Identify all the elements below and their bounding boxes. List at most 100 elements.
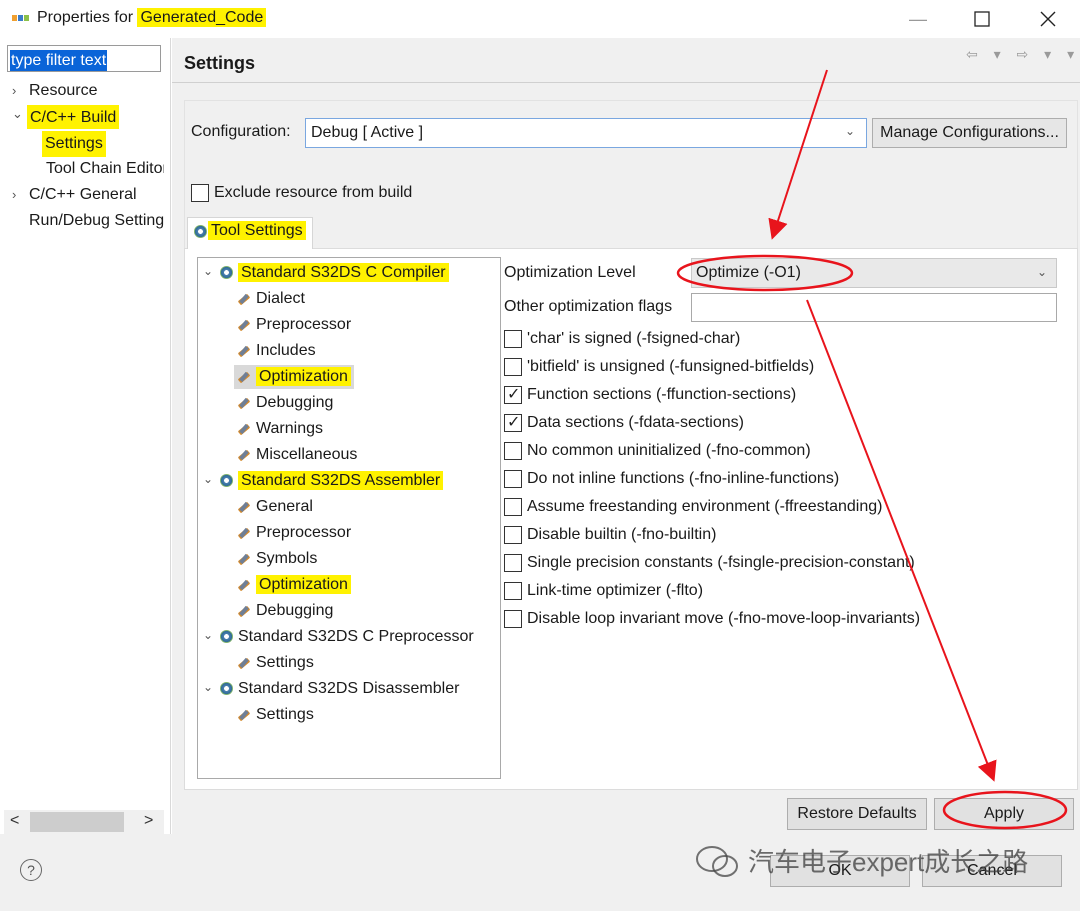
- tree-node-label: Includes: [256, 342, 316, 359]
- tree-node-label: Warnings: [256, 420, 323, 437]
- option-label: Data sections (-fdata-sections): [527, 414, 744, 431]
- tree-node-label: Settings: [256, 706, 314, 723]
- nav-item-resource[interactable]: › Resource: [12, 79, 167, 103]
- wrench-icon: [237, 292, 251, 306]
- option-label: Do not inline functions (-fno-inline-fun…: [527, 470, 840, 487]
- chevron-down-icon[interactable]: ⌄: [203, 628, 213, 642]
- configuration-label: Configuration:: [191, 123, 291, 140]
- wrench-icon: [237, 422, 251, 436]
- option-label: Function sections (-ffunction-sections): [527, 386, 797, 403]
- option-checkbox[interactable]: [504, 330, 522, 348]
- tree-node-includes[interactable]: Includes: [237, 339, 316, 363]
- tool-gear-icon: [220, 474, 233, 488]
- chevron-down-icon[interactable]: ⌄: [203, 680, 213, 694]
- nav-item-cpp-general[interactable]: › C/C++ General: [12, 183, 167, 207]
- tree-node-label: Debugging: [256, 602, 334, 619]
- tree-node-optimization[interactable]: Optimization: [237, 573, 351, 597]
- window-title-prefix: Properties for: [37, 9, 138, 26]
- wechat-logo-icon: [696, 846, 738, 877]
- tree-node-disassembler[interactable]: Standard S32DS Disassembler: [220, 677, 459, 701]
- chevron-down-icon[interactable]: ⌄: [203, 264, 213, 278]
- option-checkbox[interactable]: [504, 610, 522, 628]
- option-label: Assume freestanding environment (-ffrees…: [527, 498, 883, 515]
- scrollbar-thumb[interactable]: [30, 812, 124, 832]
- tree-node-label: Preprocessor: [256, 316, 352, 333]
- tree-node-preprocessor[interactable]: Preprocessor: [237, 521, 351, 545]
- wrench-icon: [237, 500, 251, 514]
- option-checkbox[interactable]: [504, 554, 522, 572]
- chevron-right-icon[interactable]: ›: [12, 183, 24, 207]
- tree-node-settings[interactable]: Settings: [237, 703, 314, 727]
- tool-gear-icon: [220, 682, 233, 696]
- chevron-down-icon[interactable]: ⌄: [203, 472, 213, 486]
- tree-node-settings[interactable]: Settings: [237, 651, 314, 675]
- option-label: No common uninitialized (-fno-common): [527, 442, 811, 459]
- watermark-text: 汽车电子expert成长之路: [748, 847, 1029, 877]
- scroll-left-icon[interactable]: <: [10, 812, 19, 830]
- optimization-level-select[interactable]: Optimize (-O1): [691, 258, 1057, 288]
- tree-node-label: Standard S32DS C Preprocessor: [238, 628, 474, 645]
- tree-node-label: Settings: [256, 654, 314, 671]
- option-checkbox[interactable]: [504, 498, 522, 516]
- option-checkbox-checked[interactable]: [504, 412, 522, 432]
- nav-item-settings[interactable]: Settings: [42, 131, 167, 157]
- tree-node-debugging[interactable]: Debugging: [237, 391, 333, 415]
- option-label: Single precision constants (-fsingle-pre…: [527, 554, 915, 571]
- minimize-button[interactable]: —: [898, 4, 938, 34]
- tree-node-label: Debugging: [256, 394, 334, 411]
- tree-node-debugging[interactable]: Debugging: [237, 599, 333, 623]
- wrench-icon: [237, 396, 251, 410]
- manage-configurations-button[interactable]: Manage Configurations...: [872, 118, 1067, 148]
- option-checkbox[interactable]: [504, 582, 522, 600]
- chevron-down-icon[interactable]: ⌄: [845, 124, 855, 138]
- chevron-down-icon[interactable]: ⌄: [12, 105, 24, 126]
- chevron-down-icon[interactable]: ⌄: [1037, 265, 1047, 279]
- option-checkbox[interactable]: [504, 470, 522, 488]
- configuration-select[interactable]: Debug [ Active ]: [305, 118, 867, 148]
- tree-node-compiler[interactable]: Standard S32DS C Compiler: [220, 261, 449, 285]
- apply-button[interactable]: Apply: [934, 798, 1074, 830]
- help-icon[interactable]: ?: [20, 859, 42, 881]
- tree-node-c-preprocessor[interactable]: Standard S32DS C Preprocessor: [220, 625, 474, 649]
- tree-node-warnings[interactable]: Warnings: [237, 417, 323, 441]
- tree-node-label: Standard S32DS Assembler: [238, 471, 444, 490]
- option-checkbox[interactable]: [504, 358, 522, 376]
- history-nav-icons[interactable]: ⇦ ▾ ⇨ ▾ ▾: [966, 46, 1080, 63]
- option-label: Disable loop invariant move (-fno-move-l…: [527, 610, 921, 627]
- option-label: Link-time optimizer (-flto): [527, 582, 704, 599]
- tree-node-miscellaneous[interactable]: Miscellaneous: [237, 443, 357, 467]
- nav-item-label: C/C++ General: [29, 186, 137, 203]
- nav-item-cpp-build[interactable]: ⌄ C/C++ Build: [12, 105, 167, 129]
- nav-item-run-debug-settings[interactable]: Run/Debug Settings: [29, 209, 164, 233]
- scroll-right-icon[interactable]: >: [144, 812, 153, 830]
- close-button[interactable]: [1028, 4, 1068, 34]
- wrench-icon: [237, 552, 251, 566]
- maximize-button[interactable]: [962, 4, 1002, 34]
- tool-settings-icon: [194, 225, 207, 238]
- option-checkbox-checked[interactable]: [504, 384, 522, 404]
- wrench-icon: [237, 526, 251, 540]
- tree-node-label: Optimization: [256, 367, 351, 386]
- tree-node-assembler[interactable]: Standard S32DS Assembler: [220, 469, 444, 493]
- wrench-icon: [237, 318, 251, 332]
- nav-item-tool-chain-editor[interactable]: Tool Chain Editor: [46, 157, 164, 181]
- option-label: 'char' is signed (-fsigned-char): [527, 330, 741, 347]
- tree-node-label: Optimization: [256, 575, 351, 594]
- tree-node-label: Symbols: [256, 550, 318, 567]
- tree-node-label: Standard S32DS Disassembler: [238, 680, 460, 697]
- option-checkbox[interactable]: [504, 526, 522, 544]
- restore-defaults-button[interactable]: Restore Defaults: [787, 798, 927, 830]
- other-optimization-flags-input[interactable]: [691, 293, 1057, 322]
- tree-node-optimization[interactable]: Optimization: [234, 365, 354, 389]
- option-checkbox[interactable]: [504, 442, 522, 460]
- tree-node-general[interactable]: General: [237, 495, 313, 519]
- nav-item-label: Settings: [42, 131, 106, 157]
- tree-node-preprocessor[interactable]: Preprocessor: [237, 313, 351, 337]
- wrench-icon: [237, 578, 251, 592]
- exclude-resource-checkbox[interactable]: [191, 184, 209, 202]
- nav-item-label: Tool Chain Editor: [46, 160, 164, 177]
- chevron-right-icon[interactable]: ›: [12, 79, 24, 103]
- tree-node-symbols[interactable]: Symbols: [237, 547, 317, 571]
- tab-label: Tool Settings: [208, 221, 306, 240]
- tree-node-dialect[interactable]: Dialect: [237, 287, 305, 311]
